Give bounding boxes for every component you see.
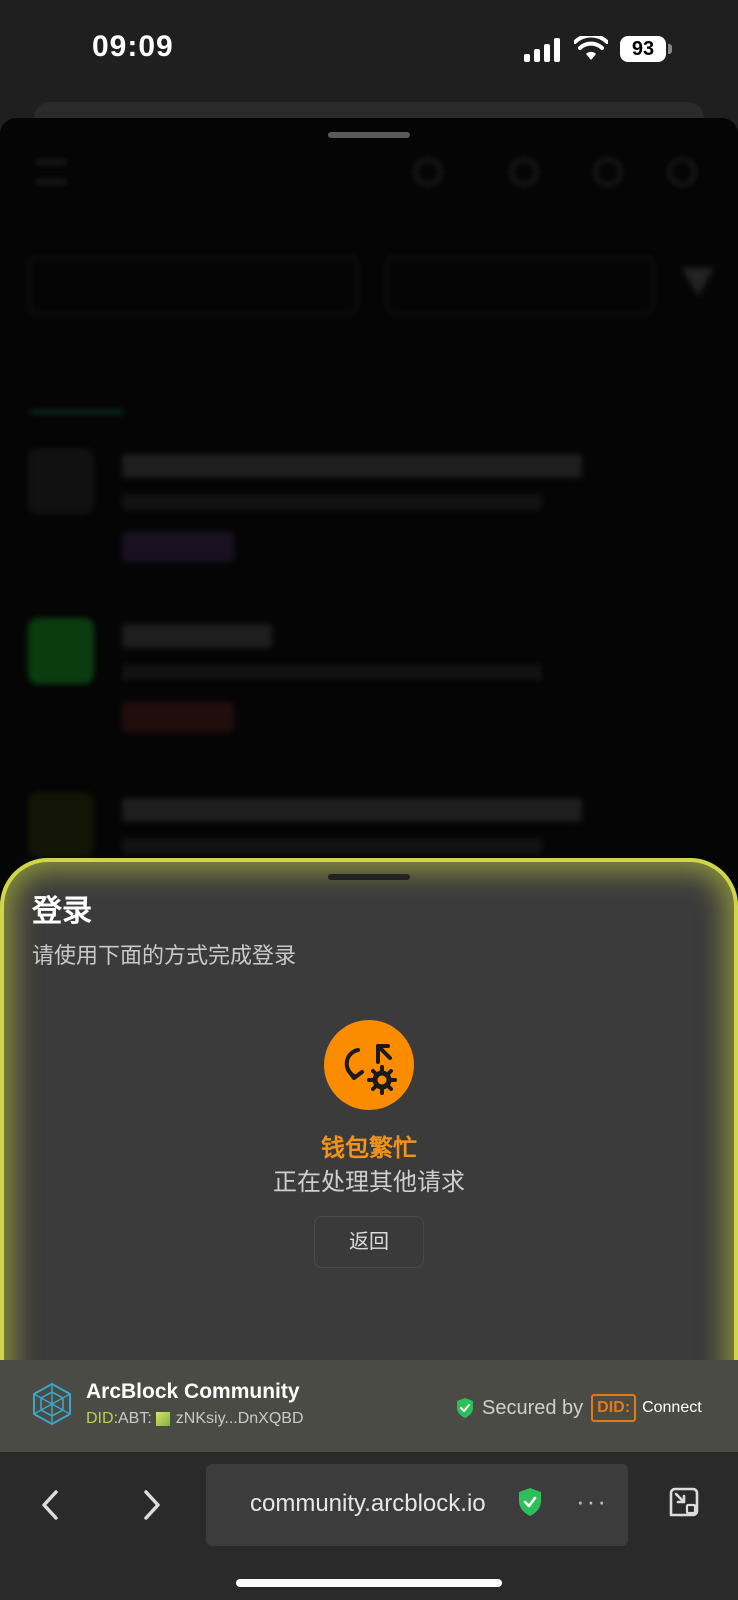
address-bar[interactable]: community.arcblock.io ··· xyxy=(206,1464,628,1546)
browser-toolbar: community.arcblock.io ··· xyxy=(0,1452,738,1600)
secure-shield-icon xyxy=(519,1488,541,1516)
did-value: zNKsiy...DnXQBD xyxy=(175,1410,304,1427)
theme-icon xyxy=(594,158,622,186)
wallet-busy-icon xyxy=(324,1020,414,1110)
did-type: :ABT: xyxy=(113,1410,152,1427)
blurred-content xyxy=(0,118,738,978)
home-indicator xyxy=(236,1579,502,1587)
arcblock-logo-icon xyxy=(33,1382,71,1426)
secured-by: Secured by DID: Connect xyxy=(456,1394,702,1422)
status-title: 钱包繁忙 xyxy=(321,1135,417,1162)
battery-icon: 93 xyxy=(620,36,672,62)
connect-label: Connect xyxy=(642,1399,702,1416)
modal-subtitle: 请使用下面的方式完成登录 xyxy=(32,943,297,968)
forward-arrow-icon[interactable] xyxy=(138,1488,164,1522)
back-button[interactable]: 返回 xyxy=(314,1216,424,1268)
background-page xyxy=(0,118,738,978)
modal-footer: ArcBlock Community DID :ABT: zNKsiy...Dn… xyxy=(0,1360,738,1452)
secured-by-label: Secured by xyxy=(482,1396,584,1419)
status-bar: 09:09 93 xyxy=(0,0,738,100)
modal-title: 登录 xyxy=(32,895,92,928)
exit-fullscreen-icon[interactable] xyxy=(668,1486,700,1518)
did-avatar xyxy=(155,1412,170,1426)
cellular-signal-icon xyxy=(524,38,560,62)
did-connect-badge: DID: xyxy=(591,1394,637,1422)
app-did: DID :ABT: zNKsiy...DnXQBD xyxy=(86,1410,304,1428)
list-item xyxy=(28,618,718,748)
search-icon xyxy=(414,158,442,186)
did-prefix: DID xyxy=(86,1410,114,1427)
status-time: 09:09 xyxy=(92,30,174,63)
back-arrow-icon[interactable] xyxy=(38,1488,64,1522)
wifi-icon xyxy=(574,36,608,60)
tab-indicator xyxy=(30,410,124,414)
user-icon xyxy=(668,158,696,186)
url-text: community.arcblock.io xyxy=(250,1490,486,1517)
category-select xyxy=(28,256,358,314)
sort-select xyxy=(386,256,654,314)
battery-level: 93 xyxy=(620,36,666,62)
globe-icon xyxy=(510,158,538,186)
status-description: 正在处理其他请求 xyxy=(273,1169,465,1196)
app-name: ArcBlock Community xyxy=(86,1380,300,1403)
filter-icon xyxy=(682,268,714,296)
menu-icon xyxy=(36,160,66,184)
more-menu-button[interactable]: ··· xyxy=(576,1486,608,1517)
list-item xyxy=(28,448,718,578)
modal-grabber[interactable] xyxy=(328,874,410,880)
secure-shield-icon xyxy=(457,1398,473,1418)
